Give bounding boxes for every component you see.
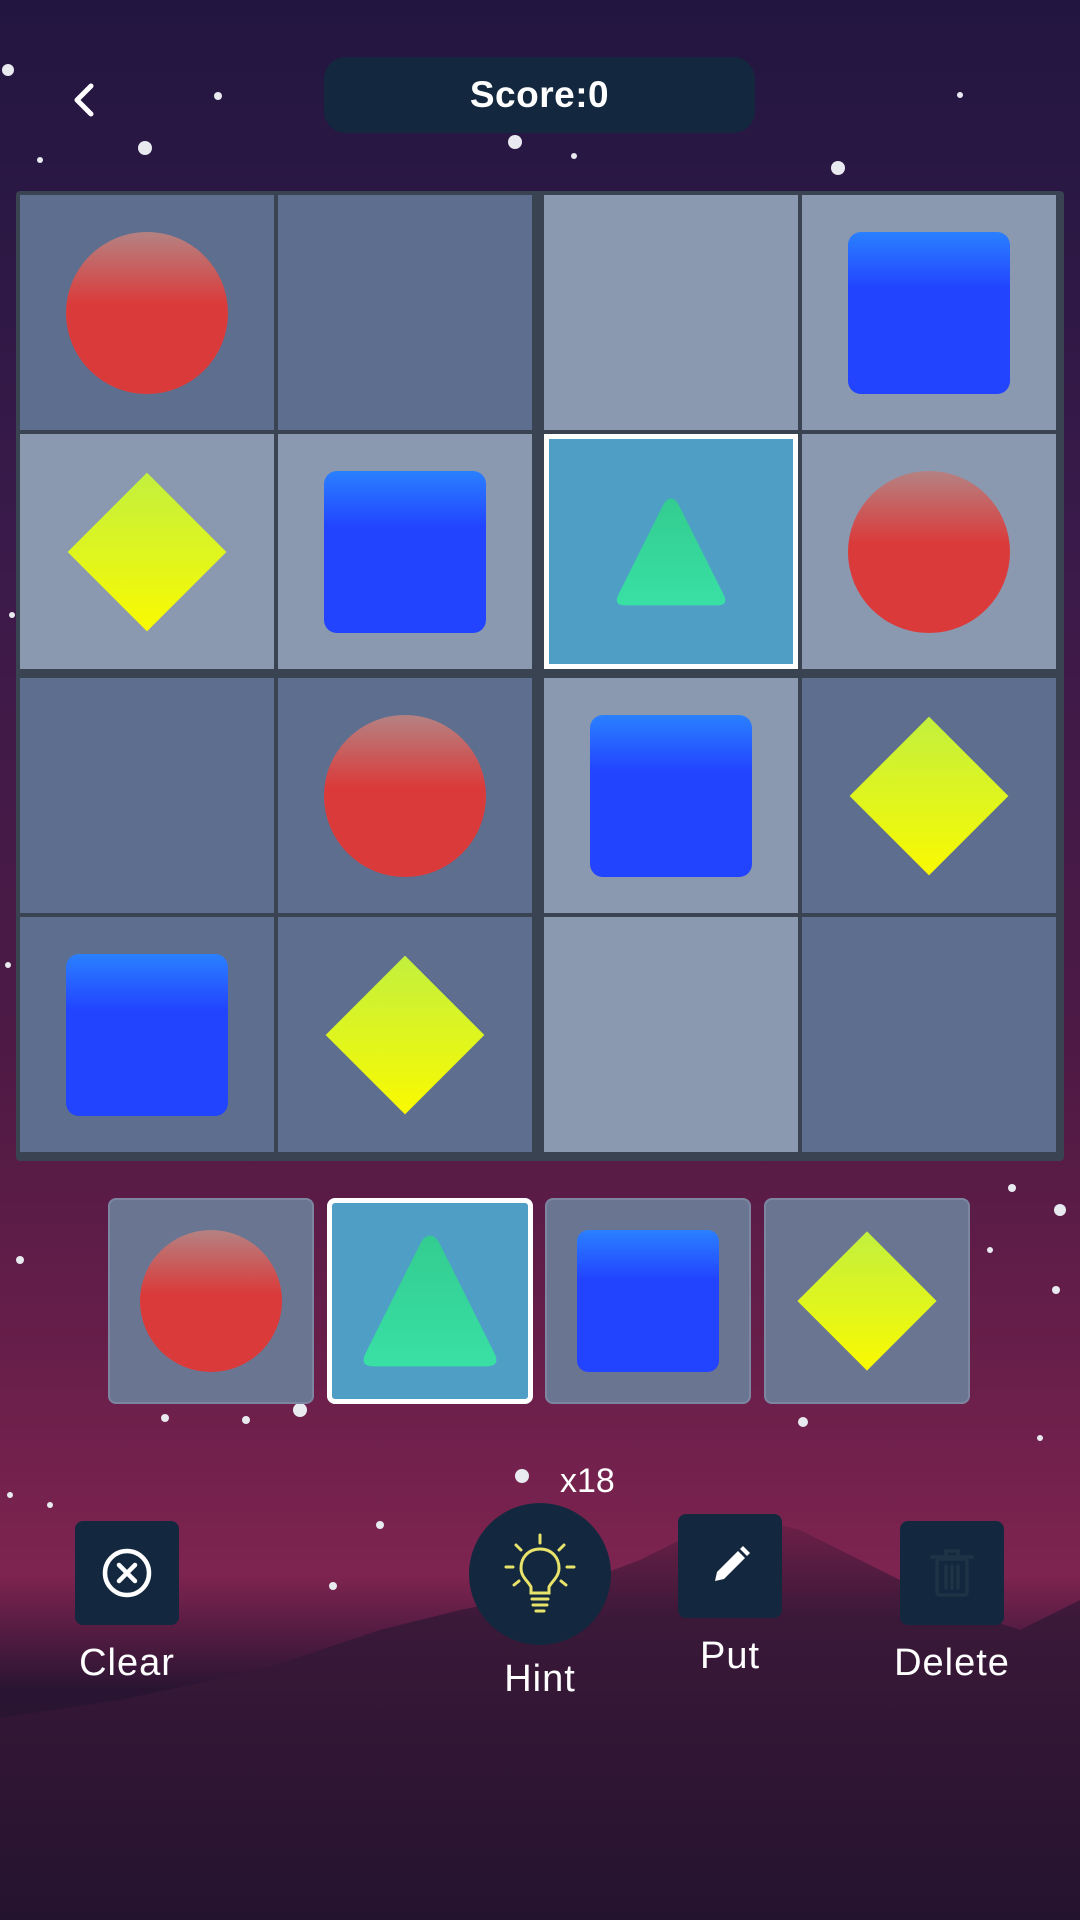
hint-count: x18 — [560, 1462, 615, 1500]
diamond-shape — [796, 1230, 938, 1372]
lightbulb-icon — [504, 1533, 576, 1613]
board-cell[interactable] — [802, 195, 1056, 430]
star — [5, 962, 11, 968]
square-shape — [577, 1230, 719, 1372]
back-button[interactable] — [55, 70, 115, 130]
star — [37, 157, 43, 163]
circle-shape — [140, 1230, 282, 1372]
star — [1054, 1204, 1066, 1216]
board-cell[interactable] — [802, 917, 1056, 1152]
star — [47, 1502, 53, 1508]
board-cell[interactable] — [20, 678, 274, 913]
star — [515, 1469, 529, 1483]
clear-label: Clear — [79, 1642, 175, 1684]
board-cell[interactable] — [20, 917, 274, 1152]
board-cell[interactable] — [278, 678, 532, 913]
star — [1037, 1435, 1043, 1441]
hint-label: Hint — [504, 1658, 576, 1700]
score-label: Score: — [469, 74, 589, 115]
board-cell[interactable] — [20, 195, 274, 430]
board-cell[interactable] — [544, 917, 798, 1152]
puzzle-board — [16, 191, 1064, 1161]
star — [161, 1414, 169, 1422]
palette-diamond[interactable] — [764, 1198, 970, 1404]
square-shape — [590, 714, 752, 877]
triangle-shape — [613, 494, 729, 610]
star — [329, 1582, 337, 1590]
star — [214, 92, 222, 100]
circle-shape — [66, 231, 228, 394]
diamond-shape — [324, 954, 486, 1116]
close-circle-icon — [102, 1548, 152, 1598]
star — [9, 612, 15, 618]
clear-button[interactable] — [75, 1521, 179, 1625]
board-cell[interactable] — [544, 434, 798, 669]
score-display: Score: 0 — [324, 57, 755, 133]
star — [293, 1403, 307, 1417]
delete-button[interactable] — [900, 1521, 1004, 1625]
board-cell[interactable] — [544, 195, 798, 430]
diamond-shape — [66, 471, 228, 633]
board-cell[interactable] — [278, 434, 532, 669]
star — [7, 1492, 13, 1498]
star — [508, 135, 522, 149]
star — [571, 153, 577, 159]
star — [376, 1521, 384, 1529]
circle-shape — [848, 470, 1010, 633]
diamond-shape — [848, 715, 1010, 877]
star — [957, 92, 963, 98]
delete-label: Delete — [894, 1642, 1010, 1684]
trash-icon — [930, 1549, 974, 1597]
palette-triangle[interactable] — [327, 1198, 533, 1404]
star — [1052, 1286, 1060, 1294]
palette-circle[interactable] — [108, 1198, 314, 1404]
star — [798, 1417, 808, 1427]
star — [1008, 1184, 1016, 1192]
chevron-left-icon — [74, 83, 94, 117]
board-cell[interactable] — [20, 434, 274, 669]
score-value: 0 — [588, 74, 610, 115]
board-cell[interactable] — [802, 678, 1056, 913]
star — [831, 161, 845, 175]
triangle-shape — [359, 1230, 501, 1372]
square-shape — [848, 231, 1010, 394]
circle-shape — [324, 714, 486, 877]
board-cell[interactable] — [278, 917, 532, 1152]
star — [242, 1416, 250, 1424]
star — [987, 1247, 993, 1253]
square-shape — [66, 953, 228, 1116]
palette-square[interactable] — [545, 1198, 751, 1404]
square-shape — [324, 470, 486, 633]
star — [16, 1256, 24, 1264]
board-cell[interactable] — [802, 434, 1056, 669]
hint-button[interactable] — [469, 1503, 611, 1645]
pencil-icon — [715, 1546, 750, 1581]
board-cell[interactable] — [278, 195, 532, 430]
star — [2, 64, 14, 76]
star — [138, 141, 152, 155]
board-cell[interactable] — [544, 678, 798, 913]
put-button[interactable] — [678, 1514, 782, 1618]
put-label: Put — [699, 1635, 761, 1677]
